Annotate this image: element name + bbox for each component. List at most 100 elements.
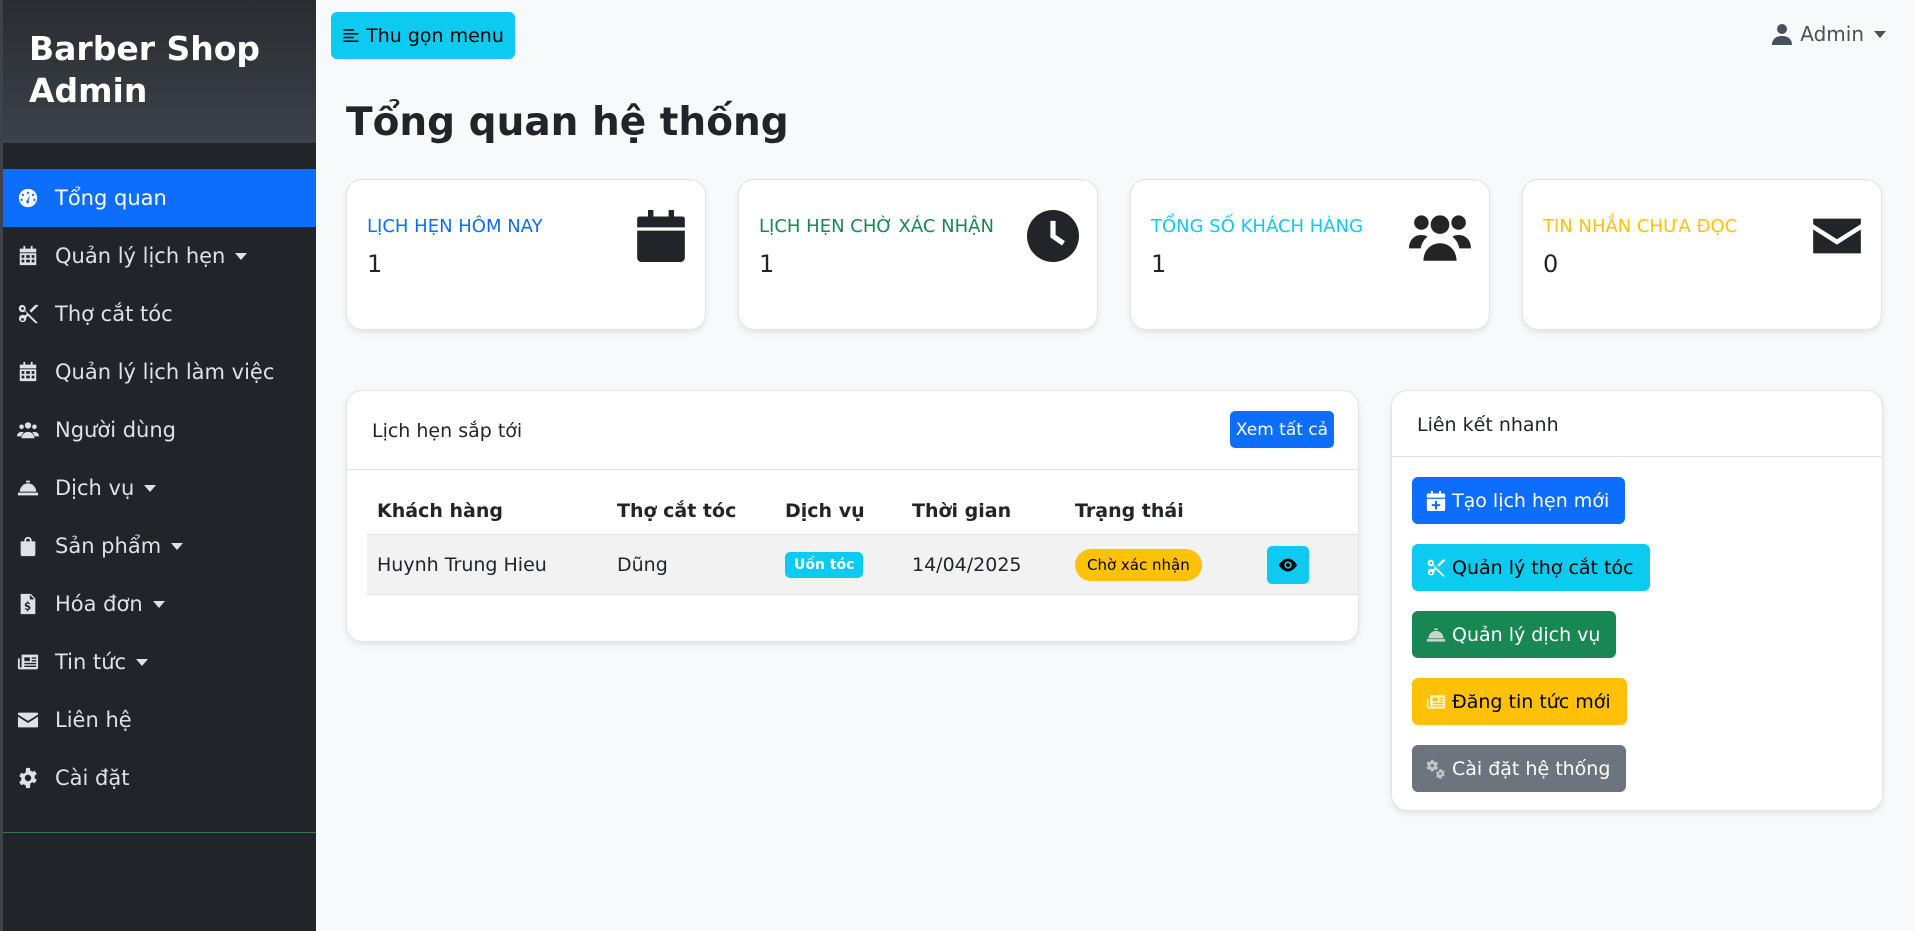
view-appointment-button[interactable] xyxy=(1267,545,1309,584)
quick-link-label: Đăng tin tức mới xyxy=(1452,690,1611,713)
brand: Barber Shop Admin xyxy=(3,0,316,143)
panel-header: Lịch hẹn sắp tới Xem tất cả xyxy=(347,391,1358,470)
action-cell xyxy=(1257,534,1358,595)
scissors-icon xyxy=(1427,559,1446,576)
newspaper-icon xyxy=(15,649,41,675)
quick-link-label: Quản lý dịch vụ xyxy=(1452,623,1601,646)
stat-value: 0 xyxy=(1543,250,1559,278)
sidebar-item-news[interactable]: Tin tức xyxy=(3,633,316,691)
collapse-menu-button[interactable]: Thu gọn menu xyxy=(331,12,515,59)
brand-title-line-1: Barber Shop xyxy=(29,29,261,68)
status-badge: Chờ xác nhận xyxy=(1075,548,1202,581)
sidebar-item-invoices[interactable]: Hóa đơn xyxy=(3,575,316,633)
invoice-icon xyxy=(15,591,41,617)
manage-services-button[interactable]: Quản lý dịch vụ xyxy=(1412,611,1617,658)
shopping-bag-icon xyxy=(15,533,41,559)
stat-value: 1 xyxy=(759,250,775,278)
upcoming-appointments-panel: Lịch hẹn sắp tới Xem tất cả Khách hàng T… xyxy=(346,390,1359,642)
user-name: Admin xyxy=(1800,22,1864,46)
quick-links-panel: Liên kết nhanh Tạo lịch hẹn mới Quản lý … xyxy=(1391,390,1883,811)
column-header: Dịch vụ xyxy=(775,500,902,535)
sidebar-item-products[interactable]: Sản phẩm xyxy=(3,517,316,575)
stat-label: Lịch hẹn chờ xác nhận xyxy=(759,216,994,237)
sidebar-item-settings[interactable]: Cài đặt xyxy=(3,749,316,807)
manage-barbers-button[interactable]: Quản lý thợ cắt tóc xyxy=(1412,544,1650,591)
panel-title: Lịch hẹn sắp tới xyxy=(372,420,523,442)
chevron-down-icon xyxy=(171,542,184,550)
column-header: Thợ cắt tóc xyxy=(607,500,775,535)
system-settings-button[interactable]: Cài đặt hệ thống xyxy=(1412,745,1627,792)
gears-icon xyxy=(1426,759,1445,779)
post-news-button[interactable]: Đăng tin tức mới xyxy=(1412,678,1627,725)
gear-icon xyxy=(15,765,41,791)
time-cell: 14/04/2025 xyxy=(902,534,1065,595)
sidebar-divider xyxy=(3,832,316,833)
customer-cell: Huynh Trung Hieu xyxy=(367,534,607,595)
quick-link-label: Quản lý thợ cắt tóc xyxy=(1452,556,1634,579)
sidebar-item-label: Dịch vụ xyxy=(55,476,135,500)
sidebar-item-label: Tin tức xyxy=(55,650,127,674)
sidebar-item-label: Thợ cắt tóc xyxy=(55,302,173,326)
column-header: Thời gian xyxy=(902,500,1065,535)
stat-card-total-customers: Tổng số khách hàng 1 xyxy=(1130,179,1490,330)
sidebar-item-label: Sản phẩm xyxy=(55,534,162,558)
column-header: Trạng thái xyxy=(1065,500,1257,535)
stat-value: 1 xyxy=(367,250,383,278)
sidebar-item-label: Quản lý lịch làm việc xyxy=(55,360,275,384)
chevron-down-icon xyxy=(152,600,165,608)
column-header xyxy=(1257,500,1358,535)
sidebar-item-label: Người dùng xyxy=(55,418,176,442)
sidebar-item-label: Liên hệ xyxy=(55,708,132,732)
user-icon xyxy=(1772,24,1793,45)
panel-header: Liên kết nhanh xyxy=(1392,391,1882,457)
align-left-icon xyxy=(343,28,359,42)
stat-value: 1 xyxy=(1151,250,1167,278)
calendar-icon xyxy=(15,359,41,385)
sidebar-item-dashboard[interactable]: Tổng quan xyxy=(3,169,316,227)
appointments-table: Khách hàng Thợ cắt tóc Dịch vụ Thời gian… xyxy=(367,500,1358,595)
chevron-down-icon xyxy=(235,252,248,260)
column-header: Khách hàng xyxy=(367,500,607,535)
table-row: Huynh Trung Hieu Dũng Uốn tóc 14/04/2025… xyxy=(367,534,1358,595)
sidebar-item-contact[interactable]: Liên hệ xyxy=(3,691,316,749)
sidebar: Barber Shop Admin Tổng quan Quản lý lịch… xyxy=(0,0,316,931)
stat-card-today-appointments: Lịch hẹn hôm nay 1 xyxy=(346,179,706,330)
users-icon xyxy=(15,417,41,443)
table-header-row: Khách hàng Thợ cắt tóc Dịch vụ Thời gian… xyxy=(367,500,1358,535)
quick-link-label: Tạo lịch hẹn mới xyxy=(1452,489,1610,512)
chevron-down-icon xyxy=(136,658,149,666)
create-appointment-button[interactable]: Tạo lịch hẹn mới xyxy=(1412,477,1626,524)
sidebar-item-barbers[interactable]: Thợ cắt tóc xyxy=(3,285,316,343)
calendar-icon xyxy=(15,243,41,269)
stat-label: Lịch hẹn hôm nay xyxy=(367,216,543,237)
stat-card-unread-messages: Tin nhắn chưa đọc 0 xyxy=(1522,179,1882,330)
sidebar-item-users[interactable]: Người dùng xyxy=(3,401,316,459)
users-icon xyxy=(1409,210,1471,262)
calendar-icon xyxy=(635,210,687,262)
envelope-icon xyxy=(15,707,41,733)
service-cell: Uốn tóc xyxy=(775,534,902,595)
calendar-plus-icon xyxy=(1426,490,1446,511)
user-menu-toggle[interactable]: Admin xyxy=(1772,22,1886,46)
clock-icon xyxy=(1027,210,1079,262)
envelope-icon xyxy=(1811,210,1863,262)
sidebar-item-work-schedule[interactable]: Quản lý lịch làm việc xyxy=(3,343,316,401)
brand-title-line-2: Admin xyxy=(29,71,148,110)
sidebar-item-label: Cài đặt xyxy=(55,766,130,790)
view-all-button[interactable]: Xem tất cả xyxy=(1230,411,1334,448)
stat-card-pending-appointments: Lịch hẹn chờ xác nhận 1 xyxy=(738,179,1098,330)
stat-label: Tin nhắn chưa đọc xyxy=(1543,216,1738,237)
sidebar-nav: Tổng quan Quản lý lịch hẹn Thợ cắt tóc Q… xyxy=(3,169,316,807)
status-cell: Chờ xác nhận xyxy=(1065,534,1257,595)
sidebar-item-label: Tổng quan xyxy=(55,186,167,210)
sidebar-item-label: Hóa đơn xyxy=(55,592,143,616)
stat-label: Tổng số khách hàng xyxy=(1151,216,1364,237)
sidebar-item-services[interactable]: Dịch vụ xyxy=(3,459,316,517)
sidebar-item-label: Quản lý lịch hẹn xyxy=(55,244,226,268)
collapse-menu-label: Thu gọn menu xyxy=(366,24,504,47)
eye-icon xyxy=(1278,558,1298,571)
chevron-down-icon xyxy=(144,484,157,492)
sidebar-item-appointments[interactable]: Quản lý lịch hẹn xyxy=(3,227,316,285)
chevron-down-icon xyxy=(1874,30,1886,38)
dashboard-icon xyxy=(15,185,41,211)
